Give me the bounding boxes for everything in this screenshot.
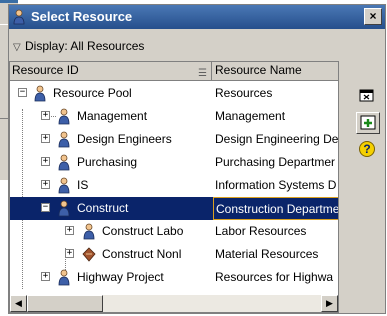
person-icon xyxy=(58,177,70,194)
cell-resource-id: − Resource Pool xyxy=(10,82,212,105)
resource-name: Material Resources xyxy=(215,247,319,261)
table-row[interactable]: + Construct Nonl Material Resources xyxy=(10,243,338,266)
person-icon xyxy=(58,269,70,286)
person-icon xyxy=(58,154,70,171)
sort-icon: ☰ xyxy=(198,68,207,79)
column-header-label: Resource ID xyxy=(12,63,79,77)
view-details-button[interactable] xyxy=(356,85,380,107)
resource-id: Management xyxy=(77,109,148,123)
resource-id: Resource Pool xyxy=(53,86,132,100)
column-header-resource-name[interactable]: Resource Name xyxy=(213,62,338,80)
expand-toggle[interactable]: + xyxy=(41,272,50,281)
add-resource-button[interactable] xyxy=(356,112,380,134)
resource-name: Purchasing Departmer xyxy=(215,155,336,169)
cell-resource-id: + IS xyxy=(10,174,212,197)
resource-name: Construction Departme xyxy=(213,197,338,220)
collapse-toggle[interactable]: − xyxy=(41,203,50,212)
expand-toggle[interactable]: + xyxy=(41,111,50,120)
person-icon xyxy=(13,9,25,25)
person-icon xyxy=(58,131,70,148)
title-bar[interactable]: Select Resource × xyxy=(9,5,385,29)
cell-resource-id: + Construct Nonl xyxy=(10,243,212,266)
resource-name: Labor Resources xyxy=(215,224,307,238)
expand-toggle[interactable]: + xyxy=(65,226,74,235)
table-row[interactable]: + IS Information Systems D xyxy=(10,174,338,197)
table-row-selected[interactable]: − Construct Construction Departme xyxy=(10,197,338,220)
resource-name: Management xyxy=(215,109,286,123)
select-resource-dialog: Select Resource × ▽ Display: All Resource… xyxy=(8,4,386,314)
column-header-resource-id[interactable]: Resource ID ☰ xyxy=(10,62,212,80)
resource-id: Construct Labo xyxy=(102,224,184,238)
scroll-thumb[interactable] xyxy=(27,295,103,312)
window-close-icon xyxy=(359,89,374,102)
person-icon xyxy=(58,200,70,217)
person-icon xyxy=(34,85,46,102)
resource-id: Construct Nonl xyxy=(102,247,182,261)
resource-name: Resources xyxy=(215,86,273,100)
help-glyph: ? xyxy=(363,142,371,156)
table-row[interactable]: + Design Engineers Design Engineering De xyxy=(10,128,339,151)
add-icon xyxy=(360,115,376,130)
background-window-bar xyxy=(0,0,18,3)
resource-name: Resources for Highwa xyxy=(215,270,334,284)
table-row[interactable]: + Purchasing Purchasing Departmer xyxy=(10,151,338,174)
table-row[interactable]: − Resource Pool Resources xyxy=(10,82,338,105)
horizontal-scrollbar[interactable]: ◀ ▶ xyxy=(10,295,338,312)
close-button[interactable]: × xyxy=(364,8,382,25)
chevron-down-icon: ▽ xyxy=(13,42,21,53)
material-icon xyxy=(82,247,96,262)
resource-id: Highway Project xyxy=(77,270,164,284)
cell-resource-id: + Design Engineers xyxy=(10,128,212,151)
table-row[interactable]: + Management Management xyxy=(10,105,338,128)
display-filter[interactable]: ▽ Display: All Resources xyxy=(13,39,144,53)
table-row[interactable]: + Highway Project Resources for Highwa xyxy=(10,266,338,289)
resource-id: Design Engineers xyxy=(77,132,172,146)
scroll-right-button[interactable]: ▶ xyxy=(321,295,338,312)
help-button[interactable]: ? xyxy=(356,139,380,161)
cell-resource-id: + Highway Project xyxy=(10,266,212,289)
collapse-toggle[interactable]: − xyxy=(18,88,27,97)
resource-name: Information Systems D xyxy=(215,178,337,192)
expand-toggle[interactable]: + xyxy=(65,249,74,258)
person-icon xyxy=(83,223,95,240)
resource-id: Purchasing xyxy=(77,155,138,169)
expand-toggle[interactable]: + xyxy=(41,134,50,143)
display-filter-label: Display: All Resources xyxy=(25,39,145,53)
cell-resource-id: + Management xyxy=(10,105,212,128)
cell-resource-id: + Purchasing xyxy=(10,151,212,174)
person-icon xyxy=(58,108,70,125)
resource-name: Design Engineering De xyxy=(215,132,339,146)
cell-resource-id: − Construct xyxy=(10,197,212,220)
expand-toggle[interactable]: + xyxy=(41,180,50,189)
dialog-title: Select Resource xyxy=(31,9,133,24)
grid-header: Resource ID ☰ Resource Name xyxy=(10,62,338,81)
cell-resource-id: + Construct Labo xyxy=(10,220,212,243)
table-row[interactable]: + Construct Labo Labor Resources xyxy=(10,220,338,243)
scroll-left-button[interactable]: ◀ xyxy=(10,295,27,312)
resource-id: IS xyxy=(77,178,89,192)
resource-id: Construct xyxy=(77,201,129,215)
expand-toggle[interactable]: + xyxy=(41,157,50,166)
resource-grid[interactable]: Resource ID ☰ Resource Name − Resource P… xyxy=(9,61,339,313)
